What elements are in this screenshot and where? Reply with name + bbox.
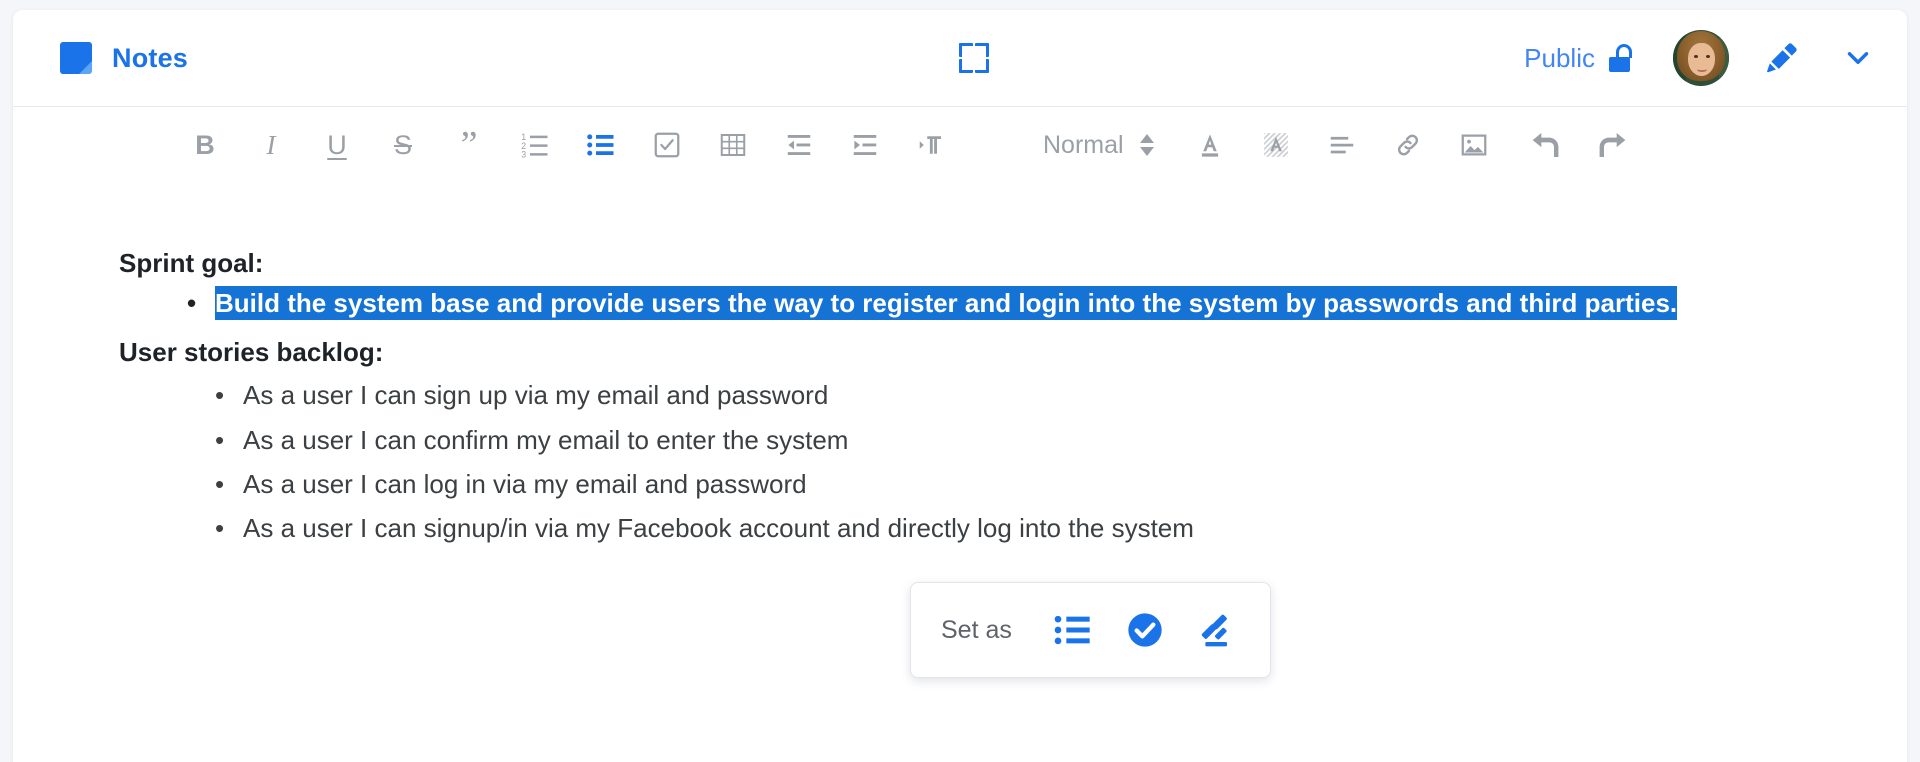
outdent-icon[interactable] <box>775 121 823 169</box>
toolbar-format-group: B I U S ” <box>181 121 493 169</box>
editor-toolbar: B I U S ” 1 2 3 Normal <box>13 107 1907 183</box>
toolbar-insert-group <box>1318 121 1498 169</box>
strikethrough-button[interactable]: S <box>379 121 427 169</box>
note-content: Sprint goal: Build the system base and p… <box>13 245 1907 551</box>
header-left-group: Notes <box>60 10 188 106</box>
visibility-label[interactable]: Public <box>1524 43 1595 74</box>
underline-button[interactable]: U <box>313 121 361 169</box>
list-item[interactable]: As a user I can confirm my email to ente… <box>215 418 1847 462</box>
underline-label: U <box>327 129 347 160</box>
undo-icon[interactable] <box>1522 121 1570 169</box>
list-item[interactable]: As a user I can sign up via my email and… <box>215 373 1847 417</box>
link-icon[interactable] <box>1384 121 1432 169</box>
toolbar-color-group <box>1186 121 1300 169</box>
avatar[interactable] <box>1673 30 1729 86</box>
sprint-goal-heading: Sprint goal: <box>119 248 264 278</box>
fullscreen-icon[interactable] <box>957 41 991 75</box>
header-right-group: Public <box>1524 10 1875 106</box>
list-item[interactable]: As a user I can log in via my email and … <box>215 462 1847 506</box>
backlog-list: As a user I can sign up via my email and… <box>119 373 1847 551</box>
notes-app-window: Notes Public B I U S ” 1 2 3 Normal Spri… <box>13 10 1907 762</box>
text-direction-icon[interactable] <box>907 121 955 169</box>
blockquote-label: ” <box>460 123 478 166</box>
note-editor-body[interactable]: Sprint goal: Build the system base and p… <box>13 183 1907 762</box>
bullet-list-icon[interactable] <box>577 121 625 169</box>
align-left-icon[interactable] <box>1318 121 1366 169</box>
toolbar-indent-group <box>775 121 955 169</box>
sprint-goal-list: Build the system base and provide users … <box>119 284 1847 322</box>
toolbar-history-group <box>1522 121 1636 169</box>
set-as-bullet-list-icon[interactable] <box>1046 603 1100 657</box>
strikethrough-label: S <box>393 129 412 160</box>
blockquote-button[interactable]: ” <box>445 121 493 169</box>
app-header: Notes Public <box>13 10 1907 107</box>
notes-logo-icon <box>60 42 92 74</box>
table-icon[interactable] <box>709 121 757 169</box>
bold-button[interactable]: B <box>181 121 229 169</box>
spinner-arrows-icon <box>1139 134 1154 156</box>
set-as-check-circle-icon[interactable] <box>1118 603 1172 657</box>
bold-label: B <box>195 129 215 160</box>
list-item[interactable]: Build the system base and provide users … <box>187 284 1847 322</box>
paragraph-style-select[interactable]: Normal <box>1043 131 1154 160</box>
chevron-down-icon[interactable] <box>1841 41 1875 75</box>
app-title: Notes <box>112 42 189 73</box>
image-icon[interactable] <box>1450 121 1498 169</box>
highlighter-pen-icon[interactable] <box>1763 39 1801 77</box>
list-item[interactable]: As a user I can signup/in via my Faceboo… <box>215 506 1847 550</box>
italic-button[interactable]: I <box>247 121 295 169</box>
set-as-gavel-icon[interactable] <box>1190 603 1244 657</box>
list-item-label: As a user I can signup/in via my Faceboo… <box>243 513 1194 544</box>
italic-label: I <box>266 129 276 160</box>
list-item-label: As a user I can sign up via my email and… <box>243 380 829 411</box>
set-as-label: Set as <box>941 615 1012 644</box>
background-color-icon[interactable] <box>1252 121 1300 169</box>
selected-text: Build the system base and provide users … <box>215 285 1678 320</box>
indent-icon[interactable] <box>841 121 889 169</box>
list-item-label: As a user I can confirm my email to ente… <box>243 424 849 455</box>
text-color-icon[interactable] <box>1186 121 1234 169</box>
checkbox-icon[interactable] <box>643 121 691 169</box>
list-item-label: As a user I can log in via my email and … <box>243 468 807 499</box>
ordered-list-icon[interactable]: 1 2 3 <box>511 121 559 169</box>
toolbar-list-group: 1 2 3 <box>511 121 757 169</box>
set-as-popup: Set as <box>910 582 1271 678</box>
svg-text:3: 3 <box>521 150 526 160</box>
backlog-heading: User stories backlog: <box>119 337 384 368</box>
redo-icon[interactable] <box>1588 121 1636 169</box>
unlocked-padlock-icon[interactable] <box>1609 44 1635 72</box>
paragraph-style-label: Normal <box>1043 130 1124 159</box>
